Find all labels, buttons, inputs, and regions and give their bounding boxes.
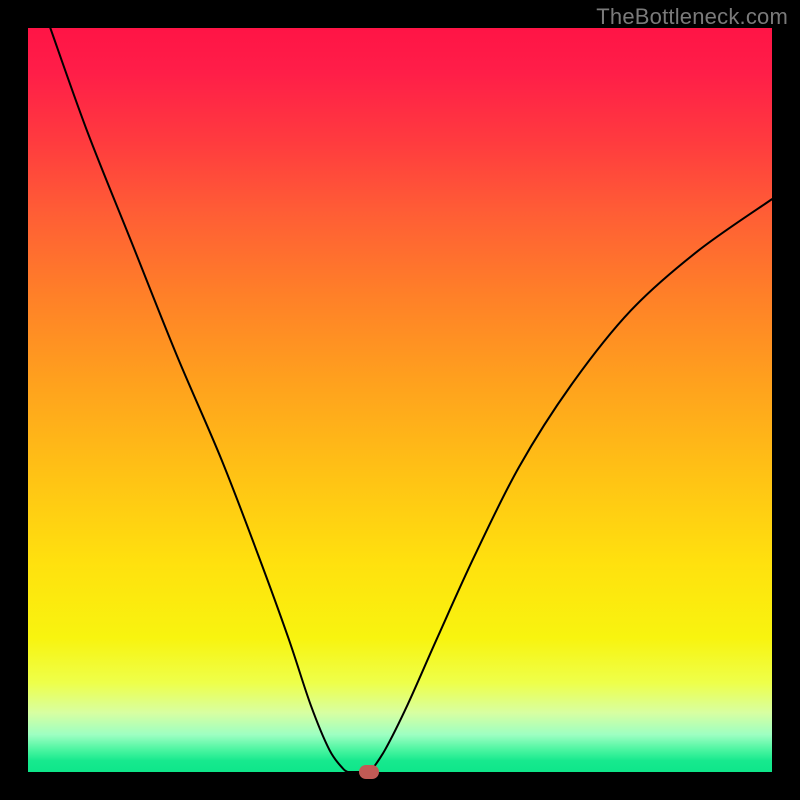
plot-area (28, 28, 772, 772)
chart-frame: TheBottleneck.com (0, 0, 800, 800)
optimal-point-marker (359, 765, 379, 779)
bottleneck-curve (28, 28, 772, 772)
watermark-text: TheBottleneck.com (596, 4, 788, 30)
